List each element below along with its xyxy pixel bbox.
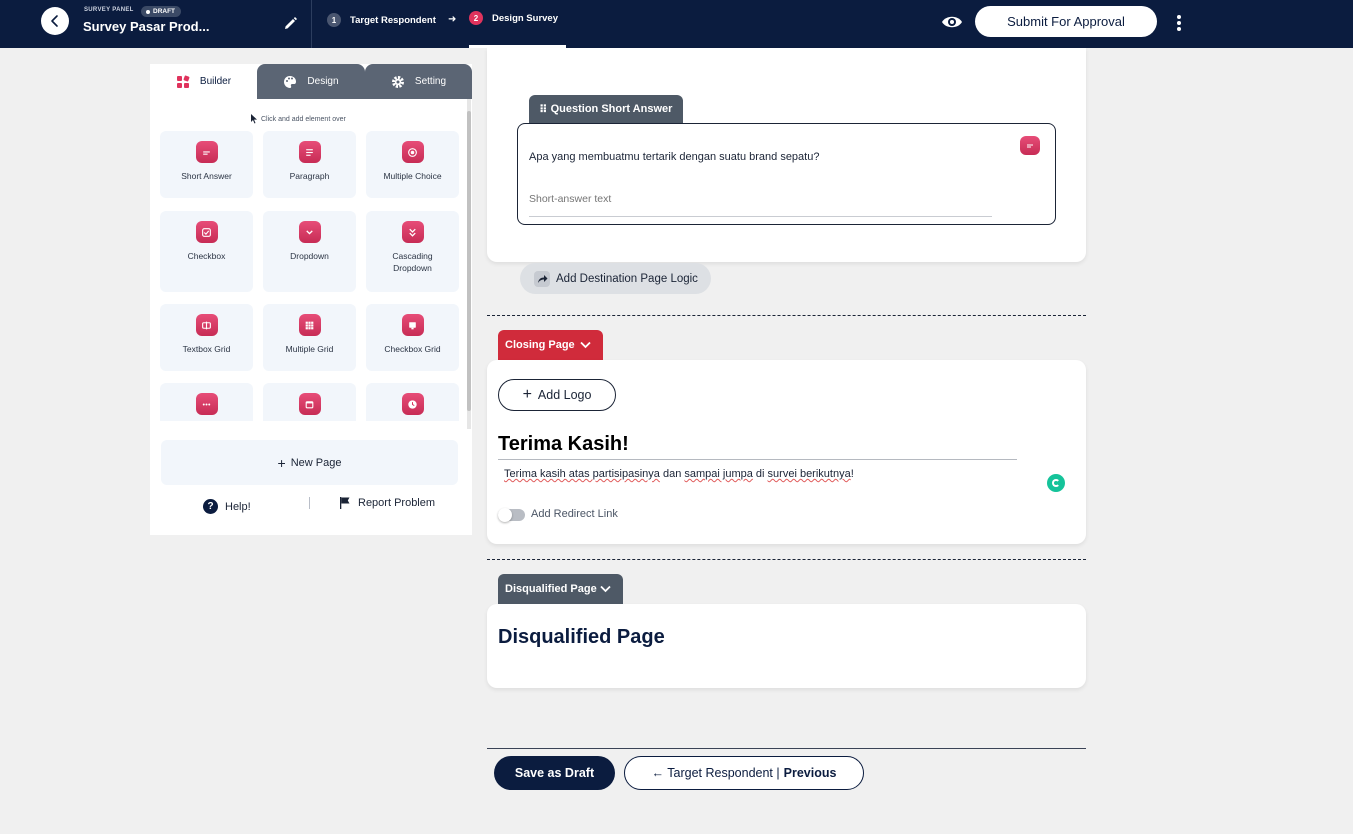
eye-icon[interactable] — [941, 13, 963, 31]
closing-message-part: dan — [659, 468, 685, 480]
element-dropdown[interactable]: Dropdown — [263, 211, 356, 292]
closing-message-part: sampai jumpa — [684, 468, 753, 480]
flag-icon — [340, 497, 350, 509]
divider — [311, 0, 312, 48]
chevron-down-icon — [580, 341, 591, 349]
submit-for-approval-button[interactable]: Submit For Approval — [975, 6, 1157, 37]
step-label: Target Respondent — [350, 14, 436, 26]
checkbox-grid-icon — [401, 314, 424, 336]
clock-icon — [401, 393, 424, 415]
chevron-down-icon — [600, 585, 611, 593]
plus-icon: + — [277, 454, 286, 471]
closing-message-part: di — [752, 468, 768, 480]
disqualified-page-card: Disqualified Page — [487, 604, 1086, 688]
grammar-check-icon[interactable] — [1047, 474, 1065, 492]
question-text[interactable]: Apa yang membuatmu tertarik dengan suatu… — [529, 151, 819, 163]
gear-icon — [391, 75, 404, 88]
share-arrow-icon — [534, 270, 550, 287]
closing-message[interactable]: Terima kasih atas partisipasinya dan sam… — [504, 468, 854, 480]
tab-builder[interactable]: Builder — [150, 64, 257, 99]
dropdown-icon — [298, 221, 321, 243]
step-target-respondent[interactable]: 1 Target Respondent — [327, 13, 436, 27]
checkbox-icon — [195, 221, 218, 243]
cascading-dropdown-icon — [401, 221, 424, 243]
element-calendar[interactable] — [263, 383, 356, 421]
help-link[interactable]: ? Help! — [203, 499, 251, 514]
plus-icon: + — [522, 386, 532, 403]
element-short-answer[interactable]: Short Answer — [160, 131, 253, 198]
short-answer-input[interactable] — [529, 187, 992, 217]
element-multiple-choice[interactable]: Multiple Choice — [366, 131, 459, 198]
closing-page-card: + Add Logo Terima Kasih! Terima kasih at… — [487, 360, 1086, 544]
add-logo-button[interactable]: + Add Logo — [498, 379, 616, 411]
question-type-tag[interactable]: ⠿ Question Short Answer — [529, 95, 683, 123]
footer-divider — [487, 748, 1086, 749]
paragraph-icon — [298, 141, 321, 163]
panel-scrollbar[interactable] — [467, 99, 471, 429]
tab-setting[interactable]: Setting — [365, 64, 472, 99]
pencil-icon[interactable] — [283, 16, 298, 31]
short-answer-icon — [1020, 136, 1040, 155]
builder-icon — [176, 75, 190, 88]
question-box[interactable]: Apa yang membuatmu tertarik dengan suatu… — [517, 123, 1056, 225]
element-multiple-grid[interactable]: Multiple Grid — [263, 304, 356, 371]
page-separator — [487, 559, 1086, 560]
disqualified-page-tag[interactable]: Disqualified Page — [498, 574, 623, 604]
closing-title[interactable]: Terima Kasih! — [498, 433, 1017, 460]
dots-icon — [195, 393, 218, 415]
disqualified-title[interactable]: Disqualified Page — [498, 626, 665, 649]
panel-tabs: Builder Design Setting — [150, 64, 472, 99]
top-bar: SURVEY PANEL DRAFT Survey Pasar Prod... … — [0, 0, 1353, 48]
back-button[interactable] — [41, 7, 69, 35]
textbox-grid-icon — [195, 314, 218, 336]
radio-icon — [401, 141, 424, 163]
element-paragraph[interactable]: Paragraph — [263, 131, 356, 198]
closing-message-part: survei berikutnya — [767, 468, 851, 480]
closing-message-part: ! — [850, 468, 854, 480]
divider — [309, 497, 310, 509]
help-icon: ? — [203, 499, 218, 514]
element-grid: Short Answer Paragraph Multiple Choice C… — [160, 131, 460, 421]
closing-message-part: Terima kasih atas partisipasinya — [504, 468, 660, 480]
builder-hint: Click and add element over — [250, 114, 346, 124]
builder-panel: Builder Design Setting Click and add ele… — [150, 64, 472, 535]
element-textbox-grid[interactable]: Textbox Grid — [160, 304, 253, 371]
element-checkbox-grid[interactable]: Checkbox Grid — [366, 304, 459, 371]
tab-design[interactable]: Design — [257, 64, 365, 99]
page-separator — [487, 315, 1086, 316]
cursor-icon — [251, 114, 257, 124]
element-clock[interactable] — [366, 383, 459, 421]
panel-label: SURVEY PANEL — [84, 7, 134, 13]
report-problem-link[interactable]: Report Problem — [339, 496, 435, 509]
previous-button[interactable]: ← Target Respondent | Previous — [624, 756, 864, 790]
arrow-right-icon: ➜ — [448, 14, 457, 25]
step-label: Design Survey — [492, 12, 558, 24]
short-answer-icon — [195, 141, 218, 163]
new-page-button[interactable]: + New Page — [161, 440, 458, 485]
chevron-left-icon — [51, 15, 58, 27]
closing-page-tag[interactable]: Closing Page — [498, 330, 603, 360]
add-destination-logic-button[interactable]: Add Destination Page Logic — [520, 263, 711, 294]
step-design-survey[interactable]: 2 Design Survey — [469, 11, 558, 25]
calendar-icon — [298, 393, 321, 415]
survey-title: Survey Pasar Prod... — [83, 19, 210, 34]
element-dots[interactable] — [160, 383, 253, 421]
more-options-icon[interactable] — [1172, 13, 1186, 33]
element-checkbox[interactable]: Checkbox — [160, 211, 253, 292]
redirect-link-toggle[interactable] — [498, 508, 525, 522]
save-as-draft-button[interactable]: Save as Draft — [494, 756, 615, 790]
drag-handle-icon[interactable]: ⠿ — [539, 103, 548, 116]
palette-icon — [284, 75, 297, 88]
element-cascading-dropdown[interactable]: Cascading Dropdown — [366, 211, 459, 292]
redirect-link-label: Add Redirect Link — [531, 508, 618, 520]
status-badge: DRAFT — [141, 6, 182, 17]
multiple-grid-icon — [298, 314, 321, 336]
